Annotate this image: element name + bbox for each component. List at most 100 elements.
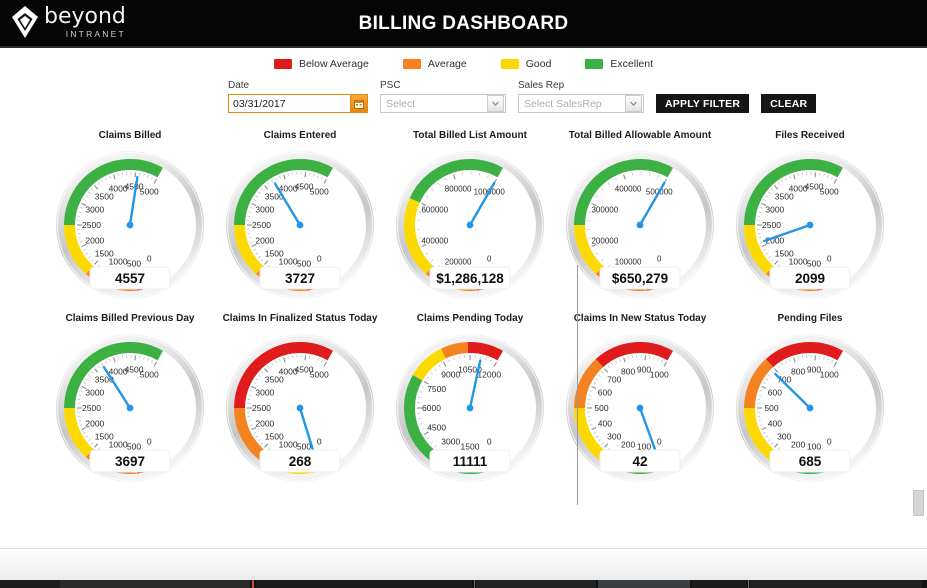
gauge-title: Claims Billed <box>99 130 162 141</box>
taskbar-item[interactable] <box>0 580 60 588</box>
gauge-value: $1,286,128 <box>436 271 504 286</box>
legend-swatch <box>403 59 421 69</box>
gauge-title: Claims In Finalized Status Today <box>223 313 378 324</box>
taskbar-divider <box>748 580 749 588</box>
gauge-tick-label: 5000 <box>310 370 329 380</box>
gauge-needle-hub <box>297 405 304 412</box>
gauge-tick-label: 3000 <box>85 204 104 214</box>
salesrep-label: Sales Rep <box>518 80 644 91</box>
gauge-dial: 0500100015002000250030003500400045005000… <box>46 326 214 496</box>
taskbar-item[interactable] <box>60 580 250 588</box>
psc-select[interactable]: Select <box>380 94 506 113</box>
gauge-tick-label: 0 <box>147 253 152 263</box>
gauge-row: Claims Billed Previous Day05001000150020… <box>0 313 927 496</box>
gauge-card: Claims Pending Today01500300045006000750… <box>385 313 555 496</box>
taskbar-item[interactable] <box>256 580 472 588</box>
gauge-tick-label: 2000 <box>255 419 274 429</box>
gauge-tick-label: 3000 <box>85 387 104 397</box>
vertical-scrollbar-thumb[interactable] <box>913 490 924 516</box>
psc-field-group: PSC Select <box>380 80 506 113</box>
gauge-dial: 01002003004005006007008009001000685 <box>726 326 894 496</box>
gauge-tick-label: 7500 <box>427 384 446 394</box>
gauge-title: Claims Entered <box>264 130 337 141</box>
gauge-tick-label: 300 <box>777 432 791 442</box>
salesrep-select[interactable]: Select SalesRep <box>518 94 644 113</box>
gauge-tick-label: 600000 <box>421 205 448 214</box>
gauge-value: $650,279 <box>612 271 668 286</box>
gauge-needle-hub <box>807 405 814 412</box>
gauge-tick-label: 500 <box>764 403 778 413</box>
footer-strip <box>0 548 927 580</box>
taskbar <box>0 580 927 588</box>
calendar-button[interactable] <box>350 95 367 112</box>
gauge-tick-label: 2500 <box>252 403 271 413</box>
gauge-value: 11111 <box>453 454 488 469</box>
gauge-title: Claims Pending Today <box>417 313 524 324</box>
gauge-tick-label: 0 <box>657 436 662 446</box>
date-input[interactable]: 03/31/2017 <box>229 95 350 112</box>
calendar-icon <box>354 99 364 109</box>
clear-button[interactable]: CLEAR <box>761 94 816 113</box>
gauge-tick-label: 1000 <box>820 370 839 380</box>
gauge-title: Files Received <box>775 130 844 141</box>
apply-filter-button[interactable]: APPLY FILTER <box>656 94 749 113</box>
gauge-dial: 0500100015002000250030003500400045005000… <box>216 143 384 313</box>
taskbar-divider <box>474 580 475 588</box>
salesrep-select-value: Select SalesRep <box>519 98 625 110</box>
gauge-card: Total Billed List Amount0200000400000600… <box>385 130 555 313</box>
legend-label: Average <box>428 58 467 70</box>
legend-item: Below Average <box>274 58 369 70</box>
gauge-tick-label: 300 <box>607 432 621 442</box>
gauge-tick-label: 0 <box>487 254 492 263</box>
taskbar-item-active[interactable] <box>598 580 690 588</box>
psc-dropdown-arrow[interactable] <box>487 95 504 112</box>
gauge-tick-label: 700 <box>607 374 621 384</box>
gauge-title: Pending Files <box>777 313 842 324</box>
date-label: Date <box>228 80 368 91</box>
gauge-tick-label: 1500 <box>95 249 114 259</box>
chevron-down-icon <box>630 101 637 106</box>
gauge-tick-label: 1500 <box>95 432 114 442</box>
gauge-tick-label: 2500 <box>82 220 101 230</box>
gauge-tick-label: 0 <box>317 436 322 446</box>
gauge-title: Claims Billed Previous Day <box>66 313 195 324</box>
page-title: BILLING DASHBOARD <box>0 0 927 48</box>
legend-label: Good <box>526 58 552 70</box>
gauge-tick-label: 3000 <box>255 387 274 397</box>
gauge-value: 3727 <box>285 271 315 286</box>
legend-swatch <box>274 59 292 69</box>
gauge-tick-label: 5000 <box>310 187 329 197</box>
legend-swatch <box>585 59 603 69</box>
gauge-tick-label: 200000 <box>591 237 618 246</box>
gauge-value: 3697 <box>115 454 145 469</box>
gauge-tick-label: 1500 <box>265 249 284 259</box>
legend-item: Good <box>501 58 552 70</box>
legend-item: Excellent <box>585 58 653 70</box>
gauge-grid: Claims Billed 050010001500200025003000350… <box>0 130 927 496</box>
chevron-down-icon <box>492 101 499 106</box>
gauge-card: Claims In Finalized Status Today05001000… <box>215 313 385 496</box>
taskbar-item[interactable] <box>750 580 922 588</box>
gauge-tick-label: 3000 <box>255 204 274 214</box>
taskbar-item[interactable] <box>476 580 596 588</box>
gauge-card: Claims Entered05001000150020002500300035… <box>215 130 385 313</box>
taskbar-indicator <box>252 580 254 588</box>
salesrep-field-group: Sales Rep Select SalesRep <box>518 80 644 113</box>
gauge-value: 685 <box>799 454 822 469</box>
gauge-dial: 0500100015002000250030003500400045005000… <box>216 326 384 496</box>
gauge-tick-label: 800000 <box>445 184 472 193</box>
salesrep-dropdown-arrow[interactable] <box>625 95 642 112</box>
filter-bar: Date 03/31/2017 PSC Select <box>228 80 816 113</box>
gauge-tick-label: 1000 <box>650 370 669 380</box>
taskbar-item[interactable] <box>692 580 747 588</box>
gauge-tick-label: 0 <box>317 253 322 263</box>
gauge-tick-label: 5000 <box>820 187 839 197</box>
gauge-needle-hub <box>467 405 474 412</box>
date-input-wrapper[interactable]: 03/31/2017 <box>228 94 368 113</box>
gauge-needle-hub <box>127 222 134 229</box>
gauge-tick-label: 400000 <box>615 184 642 193</box>
date-field-group: Date 03/31/2017 <box>228 80 368 113</box>
app-header: beyond INTRANET BILLING DASHBOARD <box>0 0 927 48</box>
gauge-tick-label: 1500 <box>265 432 284 442</box>
gauge-tick-label: 100000 <box>615 258 642 267</box>
